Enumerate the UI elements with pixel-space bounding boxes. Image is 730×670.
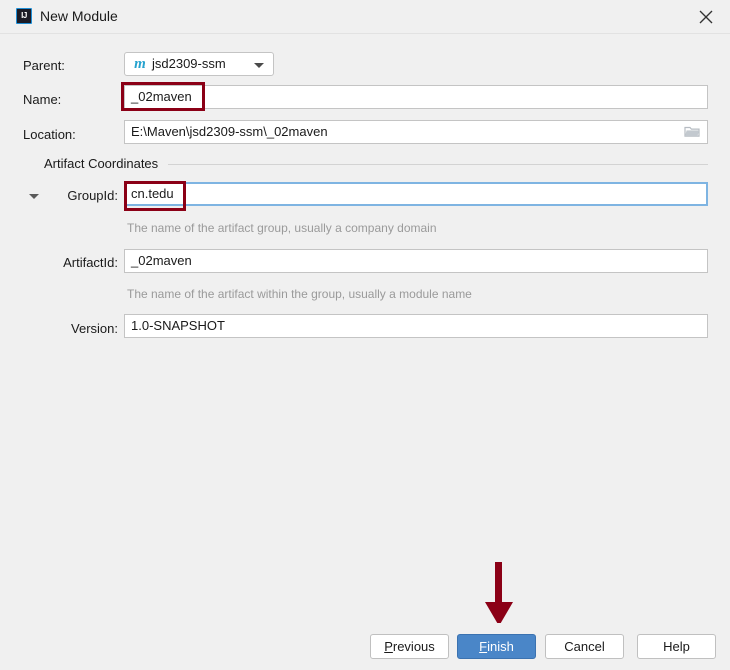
close-icon[interactable] bbox=[692, 4, 720, 30]
location-input[interactable]: E:\Maven\jsd2309-ssm\_02maven bbox=[124, 120, 708, 144]
chevron-down-icon bbox=[254, 63, 264, 68]
group-id-hint: The name of the artifact group, usually … bbox=[127, 221, 437, 235]
dialog-button-bar: Previous Finish Cancel Help bbox=[0, 623, 730, 670]
folder-icon[interactable] bbox=[684, 125, 700, 138]
new-module-form: Parent: m jsd2309-ssm Name: _02maven Loc… bbox=[0, 33, 730, 623]
cancel-button[interactable]: Cancel bbox=[545, 634, 624, 659]
artifact-id-label: ArtifactId: bbox=[63, 255, 118, 270]
group-id-label: GroupId: bbox=[67, 188, 118, 203]
intellij-idea-icon: IJ bbox=[16, 8, 32, 24]
location-label: Location: bbox=[23, 127, 76, 142]
name-input[interactable]: _02maven bbox=[124, 85, 708, 109]
maven-icon: m bbox=[134, 56, 146, 72]
window-title: New Module bbox=[40, 8, 118, 24]
artifact-id-hint: The name of the artifact within the grou… bbox=[127, 287, 472, 301]
artifact-coordinates-label[interactable]: Artifact Coordinates bbox=[44, 156, 158, 172]
parent-combo[interactable]: m jsd2309-ssm bbox=[124, 52, 274, 76]
parent-combo-value: jsd2309-ssm bbox=[152, 56, 226, 71]
finish-button-label: inish bbox=[487, 639, 514, 654]
previous-button[interactable]: Previous bbox=[370, 634, 449, 659]
finish-button[interactable]: Finish bbox=[457, 634, 536, 659]
version-input[interactable]: 1.0-SNAPSHOT bbox=[124, 314, 708, 338]
section-divider bbox=[168, 164, 708, 165]
name-label: Name: bbox=[23, 92, 62, 107]
group-id-input[interactable]: cn.tedu bbox=[124, 182, 708, 206]
artifact-id-input[interactable]: _02maven bbox=[124, 249, 708, 273]
previous-button-label: revious bbox=[392, 639, 435, 654]
version-label: Version: bbox=[71, 321, 118, 336]
help-button[interactable]: Help bbox=[637, 634, 716, 659]
parent-label: Parent: bbox=[23, 58, 65, 73]
title-bar: IJ New Module bbox=[0, 0, 730, 34]
